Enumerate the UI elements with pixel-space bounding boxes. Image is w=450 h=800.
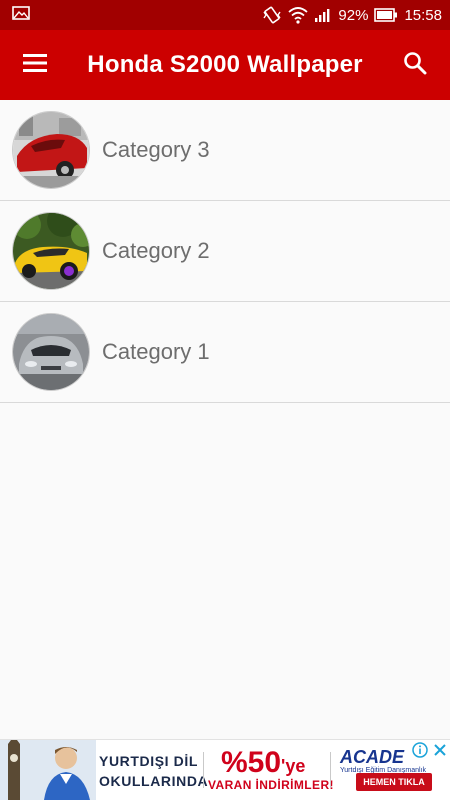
- yellow-car-thumbnail: [12, 212, 90, 290]
- ad-close-icon[interactable]: [432, 742, 448, 758]
- ad-line-1: YURTDIŞI DİL: [99, 753, 198, 769]
- menu-button[interactable]: [0, 30, 70, 100]
- clock: 15:58: [404, 6, 442, 24]
- battery-percent: 92%: [338, 6, 369, 24]
- ad-percent: %50'ye: [221, 746, 306, 779]
- ad-brand-logo: ACADE: [340, 747, 405, 767]
- signal-icon: [314, 7, 332, 23]
- list-item-category-3[interactable]: Category 3: [0, 100, 450, 201]
- silver-car-thumbnail: [12, 313, 90, 391]
- ad-cta-button[interactable]: HEMEN TIKLA: [356, 773, 432, 791]
- ad-line-2: OKULLARINDA: [99, 773, 209, 789]
- ad-info-icon[interactable]: [412, 742, 428, 758]
- image-icon: [12, 5, 30, 25]
- list-item-label: Category 1: [102, 339, 210, 364]
- page-title: Honda S2000 Wallpaper: [87, 51, 363, 78]
- list-item-category-1[interactable]: Category 1: [0, 302, 450, 403]
- vibrate-icon: [262, 6, 282, 24]
- ad-divider: [330, 752, 331, 788]
- search-button[interactable]: [380, 30, 450, 100]
- wifi-icon: [288, 6, 309, 24]
- status-bar: 92% 15:58: [0, 0, 450, 30]
- category-list: Category 3 Category 2 Category 1: [0, 100, 450, 403]
- list-item-label: Category 3: [102, 137, 210, 162]
- app-bar: Honda S2000 Wallpaper: [0, 30, 450, 100]
- hamburger-menu-icon: [23, 53, 47, 77]
- ad-subline: VARAN İNDİRİMLER!: [208, 778, 334, 792]
- ad-illustration: [0, 740, 96, 800]
- ad-banner[interactable]: YURTDIŞI DİL OKULLARINDA %50'ye VARAN İN…: [0, 739, 450, 800]
- list-item-category-2[interactable]: Category 2: [0, 201, 450, 302]
- list-item-label: Category 2: [102, 238, 210, 263]
- battery-icon: [374, 8, 398, 22]
- ad-divider: [203, 752, 204, 788]
- red-car-thumbnail: [12, 111, 90, 189]
- search-icon: [403, 51, 427, 80]
